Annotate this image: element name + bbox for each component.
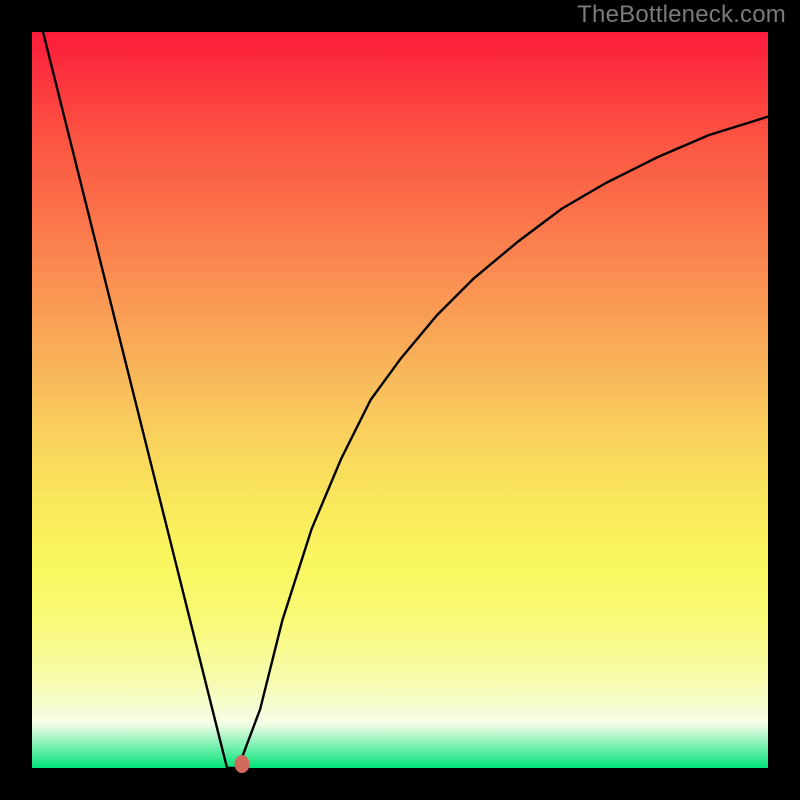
minimum-marker (234, 755, 249, 773)
watermark-text: TheBottleneck.com (577, 1, 786, 29)
curve-svg (32, 32, 768, 768)
bottleneck-curve (32, 32, 768, 768)
chart-frame: TheBottleneck.com (0, 0, 800, 800)
plot-area (32, 32, 768, 768)
